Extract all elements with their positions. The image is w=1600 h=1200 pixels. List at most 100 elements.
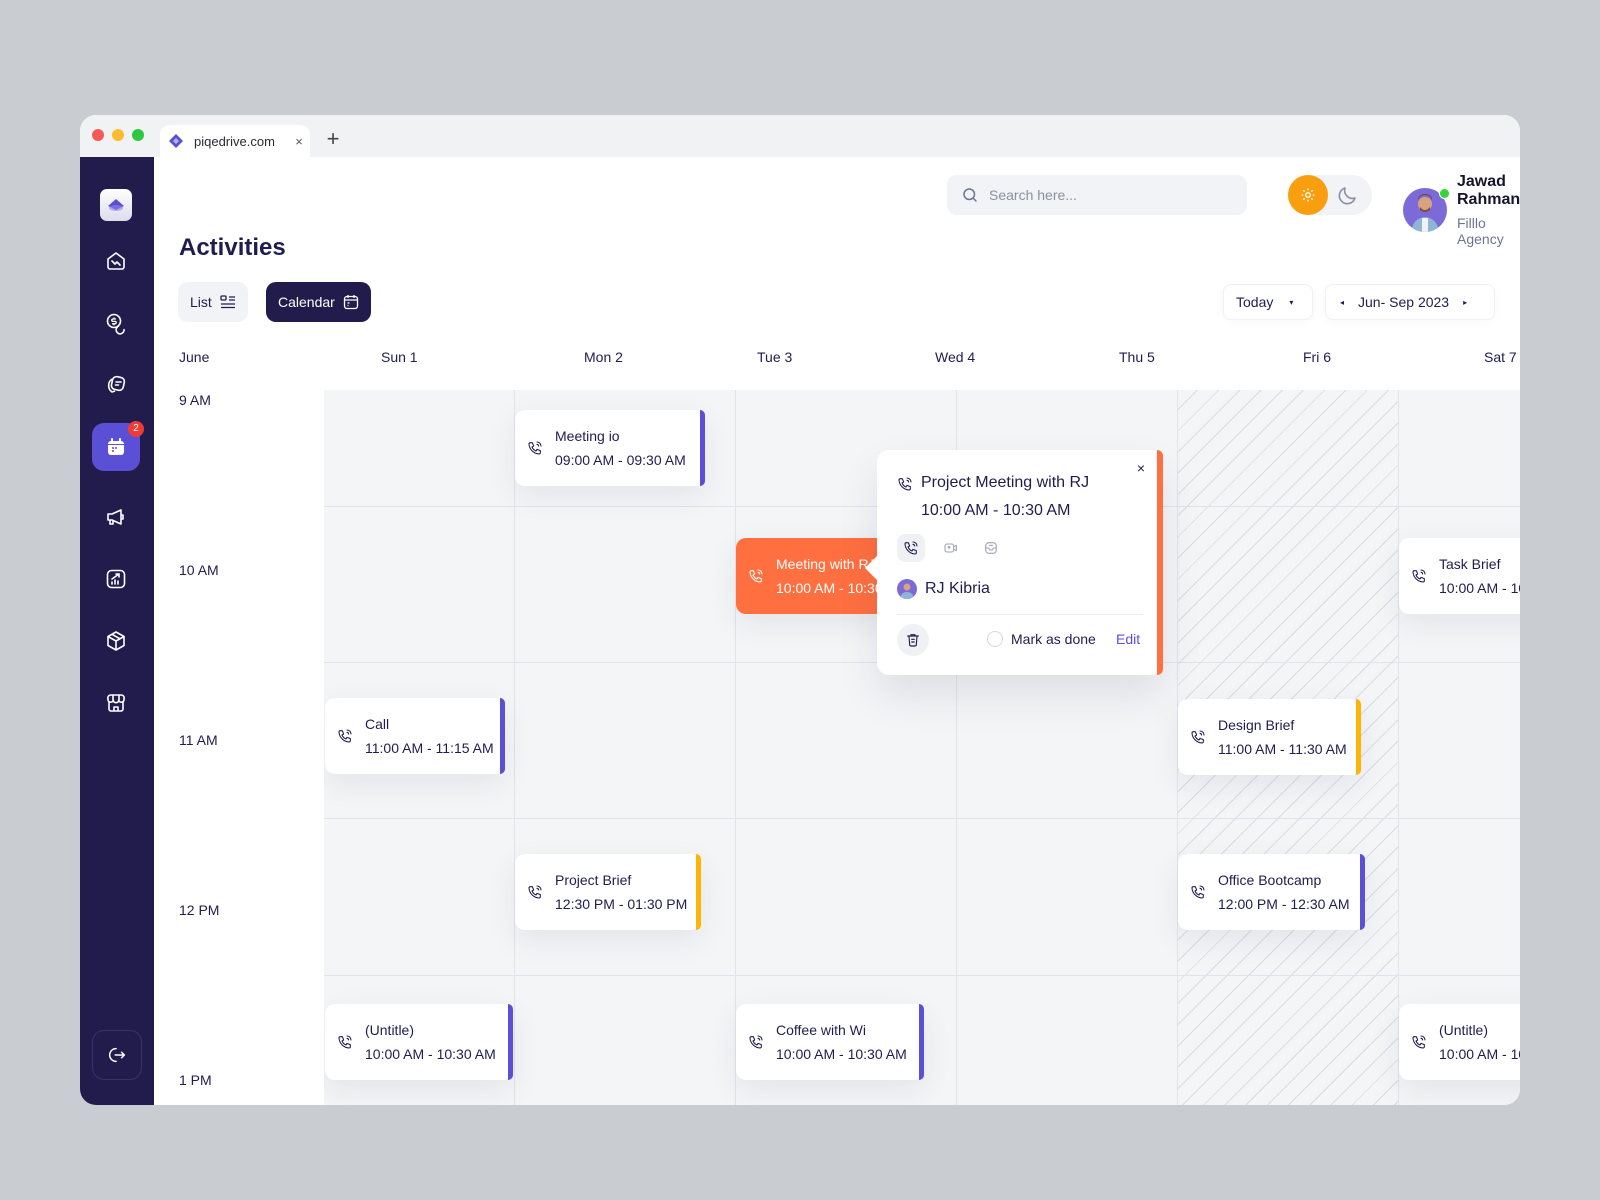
chevron-down-icon: ▾ (1289, 297, 1294, 307)
close-icon[interactable]: × (1137, 460, 1145, 476)
hour-label: 9 AM (179, 392, 211, 408)
sidebar-item-payments[interactable] (92, 299, 140, 347)
day-header: Wed 4 (935, 349, 976, 365)
user-organization: Filllo Agency (1457, 215, 1504, 247)
notification-badge: 2 (128, 421, 144, 437)
logo-icon (108, 199, 124, 211)
sidebar-item-store[interactable] (92, 679, 140, 727)
cards-icon (107, 375, 126, 393)
sidebar-item-activities[interactable]: 2 (92, 421, 144, 471)
prev-range-button[interactable]: ◂ (1340, 298, 1344, 307)
video-type-button[interactable] (937, 534, 965, 562)
next-range-button[interactable]: ▸ (1463, 298, 1467, 307)
sidebar-item-analytics[interactable] (92, 555, 140, 603)
sidebar-item-notes[interactable] (92, 361, 140, 409)
attendee: RJ Kibria (897, 579, 990, 599)
event-card[interactable]: (Untitle) 10:00 AM - 10:30 AM (1399, 1004, 1520, 1080)
divider (897, 614, 1143, 615)
event-time: 12:00 PM - 12:30 AM (1218, 896, 1350, 912)
today-dropdown[interactable]: Today ▾ (1223, 284, 1313, 320)
sun-icon (1301, 188, 1315, 202)
browser-window: piqedrive.com × + 2 Search here... Jawad… (80, 115, 1520, 1105)
store-icon (107, 694, 125, 712)
grid-line (514, 390, 515, 1105)
event-card[interactable]: Call 11:00 AM - 11:15 AM (325, 698, 505, 774)
event-time: 12:30 PM - 01:30 PM (555, 896, 688, 912)
calendar-small-icon (343, 295, 358, 310)
event-title: (Untitle) (365, 1022, 415, 1038)
mark-as-done-label: Mark as done (1011, 631, 1096, 647)
phone-icon (749, 1035, 763, 1049)
maximize-window-button[interactable] (132, 129, 144, 141)
event-time: 11:00 AM - 11:15 AM (365, 740, 494, 756)
theme-toggle[interactable] (1288, 175, 1372, 215)
event-card[interactable]: Meeting io 09:00 AM - 09:30 AM (515, 410, 705, 486)
hour-label: 1 PM (179, 1072, 212, 1088)
sidebar: 2 (80, 157, 154, 1105)
mark-as-done-radio[interactable] (987, 631, 1003, 647)
browser-tab[interactable]: piqedrive.com × (160, 125, 310, 157)
light-mode-button[interactable] (1288, 175, 1328, 215)
phone-icon (1191, 885, 1205, 899)
close-window-button[interactable] (92, 129, 104, 141)
calendar-view-label: Calendar (278, 294, 335, 310)
day-header: Sat 7 (1484, 349, 1517, 365)
user-profile[interactable]: Jawad Rahman Filllo Agency (1403, 173, 1520, 247)
date-range-label: Jun- Sep 2023 (1358, 294, 1450, 310)
logout-icon (108, 1047, 126, 1063)
logout-button[interactable] (92, 1030, 142, 1080)
minimize-window-button[interactable] (112, 129, 124, 141)
tab-close-icon[interactable]: × (288, 134, 310, 149)
event-title: Call (365, 716, 390, 732)
event-card[interactable]: Office Bootcamp 12:00 PM - 12:30 AM (1178, 854, 1365, 930)
moon-icon[interactable] (1336, 183, 1360, 207)
event-title: Project Brief (555, 872, 632, 888)
phone-icon (904, 541, 918, 555)
sidebar-item-products[interactable] (92, 617, 140, 665)
date-range-selector: ◂ Jun- Sep 2023 ▸ (1325, 284, 1495, 320)
search-bar[interactable] (947, 175, 1247, 215)
mark-as-done-toggle[interactable]: Mark as done (987, 631, 1096, 647)
event-title: Design Brief (1218, 717, 1295, 733)
event-time: 10:00 AM - 10:30 AM (1439, 580, 1520, 596)
delete-button[interactable] (897, 624, 929, 656)
event-title: Task Brief (1439, 556, 1501, 572)
event-time: 09:00 AM - 09:30 AM (555, 452, 686, 468)
app-logo[interactable] (100, 189, 132, 221)
sidebar-item-dashboard[interactable] (92, 237, 140, 285)
calendar-icon (108, 438, 124, 455)
sidebar-item-campaigns[interactable] (92, 493, 140, 541)
day-header: Thu 5 (1119, 349, 1155, 365)
event-card[interactable]: (Untitle) 10:00 AM - 10:30 AM (325, 1004, 513, 1080)
search-input[interactable] (989, 187, 1229, 203)
event-card[interactable]: Design Brief 11:00 AM - 11:30 AM (1178, 699, 1361, 775)
phone-icon (338, 1035, 352, 1049)
event-card[interactable]: Coffee with Wi 10:00 AM - 10:30 AM (736, 1004, 924, 1080)
event-type-selector (897, 534, 1017, 562)
today-label: Today (1236, 294, 1274, 310)
event-detail-popover: × Project Meeting with RJ 10:00 AM - 10:… (865, 450, 1163, 675)
edit-link[interactable]: Edit (1116, 631, 1140, 647)
calendar-view-button[interactable]: Calendar (266, 282, 371, 322)
event-time: 10:00 AM - 10:30 AM (1439, 1046, 1520, 1062)
phone-icon (528, 441, 542, 455)
list-view-button[interactable]: List (178, 282, 248, 322)
event-card[interactable]: Project Brief 12:30 PM - 01:30 PM (515, 854, 701, 930)
inbox-type-button[interactable] (977, 534, 1005, 562)
hour-label: 12 PM (179, 902, 220, 918)
phone-icon (749, 569, 763, 583)
inbox-icon (985, 542, 997, 554)
new-tab-button[interactable]: + (320, 125, 346, 153)
user-name: Jawad Rahman (1457, 173, 1520, 208)
grid-line (324, 818, 1520, 819)
attendee-avatar (897, 579, 917, 599)
chart-up-icon (106, 569, 126, 589)
call-type-button[interactable] (897, 534, 925, 562)
hour-label: 11 AM (179, 732, 218, 748)
event-title: Office Bootcamp (1218, 872, 1322, 888)
page-title: Activities (179, 234, 286, 261)
video-icon (944, 543, 957, 553)
event-time: 11:00 AM - 11:30 AM (1218, 741, 1347, 757)
trash-icon (907, 634, 919, 647)
event-card[interactable]: Task Brief 10:00 AM - 10:30 AM (1399, 538, 1520, 614)
